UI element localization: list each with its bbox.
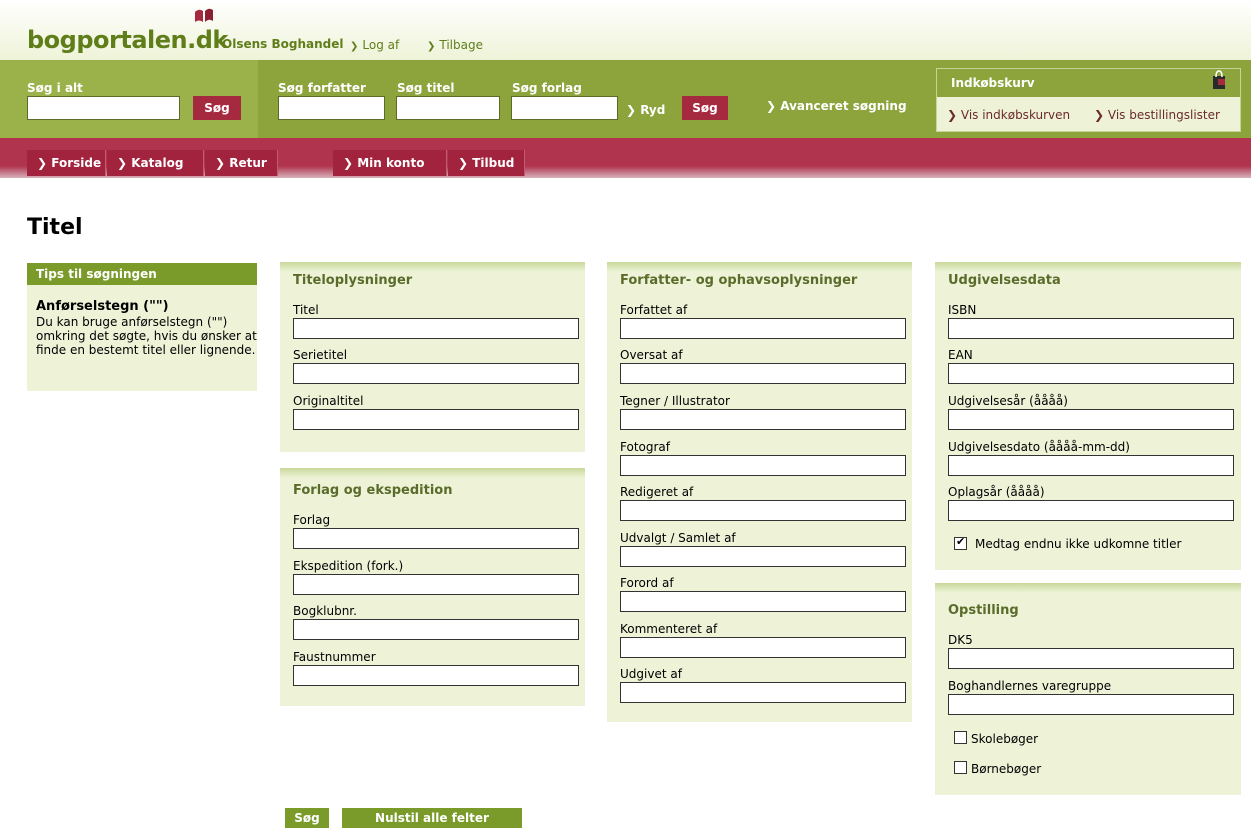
isbn-input[interactable] (948, 318, 1234, 339)
titel-input[interactable] (293, 318, 579, 339)
faustnummer-input[interactable] (293, 665, 579, 686)
order-lists-link[interactable]: ❯ Vis bestillingslister (1094, 108, 1220, 122)
book-logo-icon (195, 8, 213, 22)
field-label-titel: Titel (293, 303, 319, 317)
panel-title-info: Titeloplysninger Titel Serietitel Origin… (280, 262, 585, 452)
bogklubnr-input[interactable] (293, 619, 579, 640)
field-label-udgivelsesdato: Udgivelsesdato (åååå-mm-dd) (948, 440, 1130, 454)
field-label-kommenteret-af: Kommenteret af (620, 622, 718, 636)
title-input[interactable] (396, 96, 500, 120)
school-books-checkbox[interactable] (954, 731, 967, 744)
field-label-dk5: DK5 (948, 633, 973, 647)
oversat-af-input[interactable] (620, 363, 906, 384)
field-label-isbn: ISBN (948, 303, 977, 317)
publisher-input[interactable] (511, 96, 618, 120)
forord-af-input[interactable] (620, 591, 906, 612)
school-books-label: Skolebøger (971, 732, 1039, 746)
field-label-tegner: Tegner / Illustrator (620, 394, 730, 408)
field-label-udgivet-af: Udgivet af (620, 667, 682, 681)
include-unreleased-checkbox[interactable] (954, 535, 967, 550)
publisher-label: Søg forlag (512, 81, 582, 95)
author-input[interactable] (278, 96, 385, 120)
panel-publication-data: Udgivelsesdata ISBN EAN Udgivelsesår (åå… (935, 262, 1241, 570)
logout-link[interactable]: ❯ Log af (350, 38, 399, 52)
field-label-originaltitel: Originaltitel (293, 394, 364, 408)
include-unreleased-label: Medtag endnu ikke udkomne titler (975, 537, 1182, 551)
field-label-oplagsaar: Oplagsår (åååå) (948, 485, 1045, 499)
forlag-input[interactable] (293, 528, 579, 549)
title-label: Søg titel (397, 81, 455, 95)
childrens-books-label: Børnebøger (971, 762, 1042, 776)
reset-all-button[interactable]: Nulstil alle felter (342, 808, 522, 828)
udgivet-af-input[interactable] (620, 682, 906, 703)
udvalgt-input[interactable] (620, 546, 906, 567)
panel-classification: Opstilling DK5 Boghandlernes varegruppe … (935, 583, 1241, 795)
search-submit-button[interactable]: Søg (285, 808, 329, 828)
shopping-bag-icon (1213, 70, 1225, 89)
ean-input[interactable] (948, 363, 1234, 384)
site-header: bogportalen.dk Olsens Boghandel ❯ Log af … (0, 0, 1251, 60)
search-tips-box: Tips til søgningen Anførselstegn ("") Du… (27, 263, 257, 391)
field-label-bogklubnr: Bogklubnr. (293, 604, 357, 618)
nav-katalog[interactable]: ❯ Katalog (107, 150, 204, 176)
site-logo[interactable]: bogportalen.dk (27, 26, 228, 54)
page-title: Titel (27, 215, 83, 240)
search-all-label: Søg i alt (27, 81, 83, 95)
udgivelsesdato-input[interactable] (948, 455, 1234, 476)
childrens-books-checkbox[interactable] (954, 761, 967, 774)
panel-classification-heading: Opstilling (948, 603, 1019, 618)
field-label-fotograf: Fotograf (620, 440, 670, 454)
search-button[interactable]: Søg (682, 96, 728, 120)
search-all-button[interactable]: Søg (193, 96, 241, 120)
field-label-ekspedition: Ekspedition (fork.) (293, 559, 404, 573)
nav-min-konto[interactable]: ❯ Min konto (333, 150, 447, 176)
cart-title: Indkøbskurv (951, 76, 1035, 90)
udgivelsesaar-input[interactable] (948, 409, 1234, 430)
ekspedition-input[interactable] (293, 574, 579, 595)
tips-title: Tips til søgningen (27, 263, 257, 285)
field-label-varegruppe: Boghandlernes varegruppe (948, 679, 1112, 693)
clear-link[interactable]: ❯ Ryd (626, 103, 665, 117)
author-label: Søg forfatter (278, 81, 366, 95)
tips-subtitle: Anførselstegn ("") (36, 299, 169, 314)
panel-author-info-heading: Forfatter- og ophavsoplysninger (620, 273, 858, 288)
originaltitel-input[interactable] (293, 409, 579, 430)
advanced-search-link[interactable]: ❯ Avanceret søgning (766, 99, 907, 113)
forfattet-af-input[interactable] (620, 318, 906, 339)
main-nav: ❯ Forside ❯ Katalog ❯ Retur ❯ Min konto … (0, 138, 1251, 178)
shop-name: Olsens Boghandel (222, 37, 344, 51)
view-cart-link[interactable]: ❯ Vis indkøbskurven (947, 108, 1070, 122)
fotograf-input[interactable] (620, 455, 906, 476)
field-label-forlag: Forlag (293, 513, 331, 527)
panel-author-info: Forfatter- og ophavsoplysninger Forfatte… (607, 262, 912, 722)
tips-body: Du kan bruge anførselstegn ("") omkring … (36, 315, 257, 357)
panel-publisher-heading: Forlag og ekspedition (293, 483, 453, 498)
varegruppe-input[interactable] (948, 694, 1234, 715)
dk5-input[interactable] (948, 648, 1234, 669)
field-label-faustnummer: Faustnummer (293, 650, 376, 664)
nav-forside[interactable]: ❯ Forside (27, 150, 106, 176)
panel-title-info-heading: Titeloplysninger (293, 273, 413, 288)
panel-publication-data-heading: Udgivelsesdata (948, 273, 1061, 288)
field-label-forfattet-af: Forfattet af (620, 303, 688, 317)
serietitel-input[interactable] (293, 363, 579, 384)
search-bar: Søg i alt Søg Søg forfatter Søg titel Sø… (0, 60, 1251, 138)
field-label-serietitel: Serietitel (293, 348, 348, 362)
nav-tilbud[interactable]: ❯ Tilbud (448, 150, 525, 176)
cart-box: Indkøbskurv ❯ Vis indkøbskurven ❯ Vis be… (936, 68, 1241, 132)
nav-retur[interactable]: ❯ Retur (205, 150, 278, 176)
field-label-ean: EAN (948, 348, 973, 362)
search-all-input[interactable] (27, 96, 180, 120)
oplagsaar-input[interactable] (948, 500, 1234, 521)
field-label-udgivelsesaar: Udgivelsesår (åååå) (948, 394, 1068, 408)
panel-publisher: Forlag og ekspedition Forlag Ekspedition… (280, 468, 585, 706)
field-label-oversat-af: Oversat af (620, 348, 683, 362)
redigeret-af-input[interactable] (620, 500, 906, 521)
tegner-input[interactable] (620, 409, 906, 430)
field-label-redigeret-af: Redigeret af (620, 485, 694, 499)
field-label-forord-af: Forord af (620, 576, 674, 590)
field-label-udvalgt: Udvalgt / Samlet af (620, 531, 736, 545)
kommenteret-af-input[interactable] (620, 637, 906, 658)
back-link[interactable]: ❯ Tilbage (427, 38, 483, 52)
